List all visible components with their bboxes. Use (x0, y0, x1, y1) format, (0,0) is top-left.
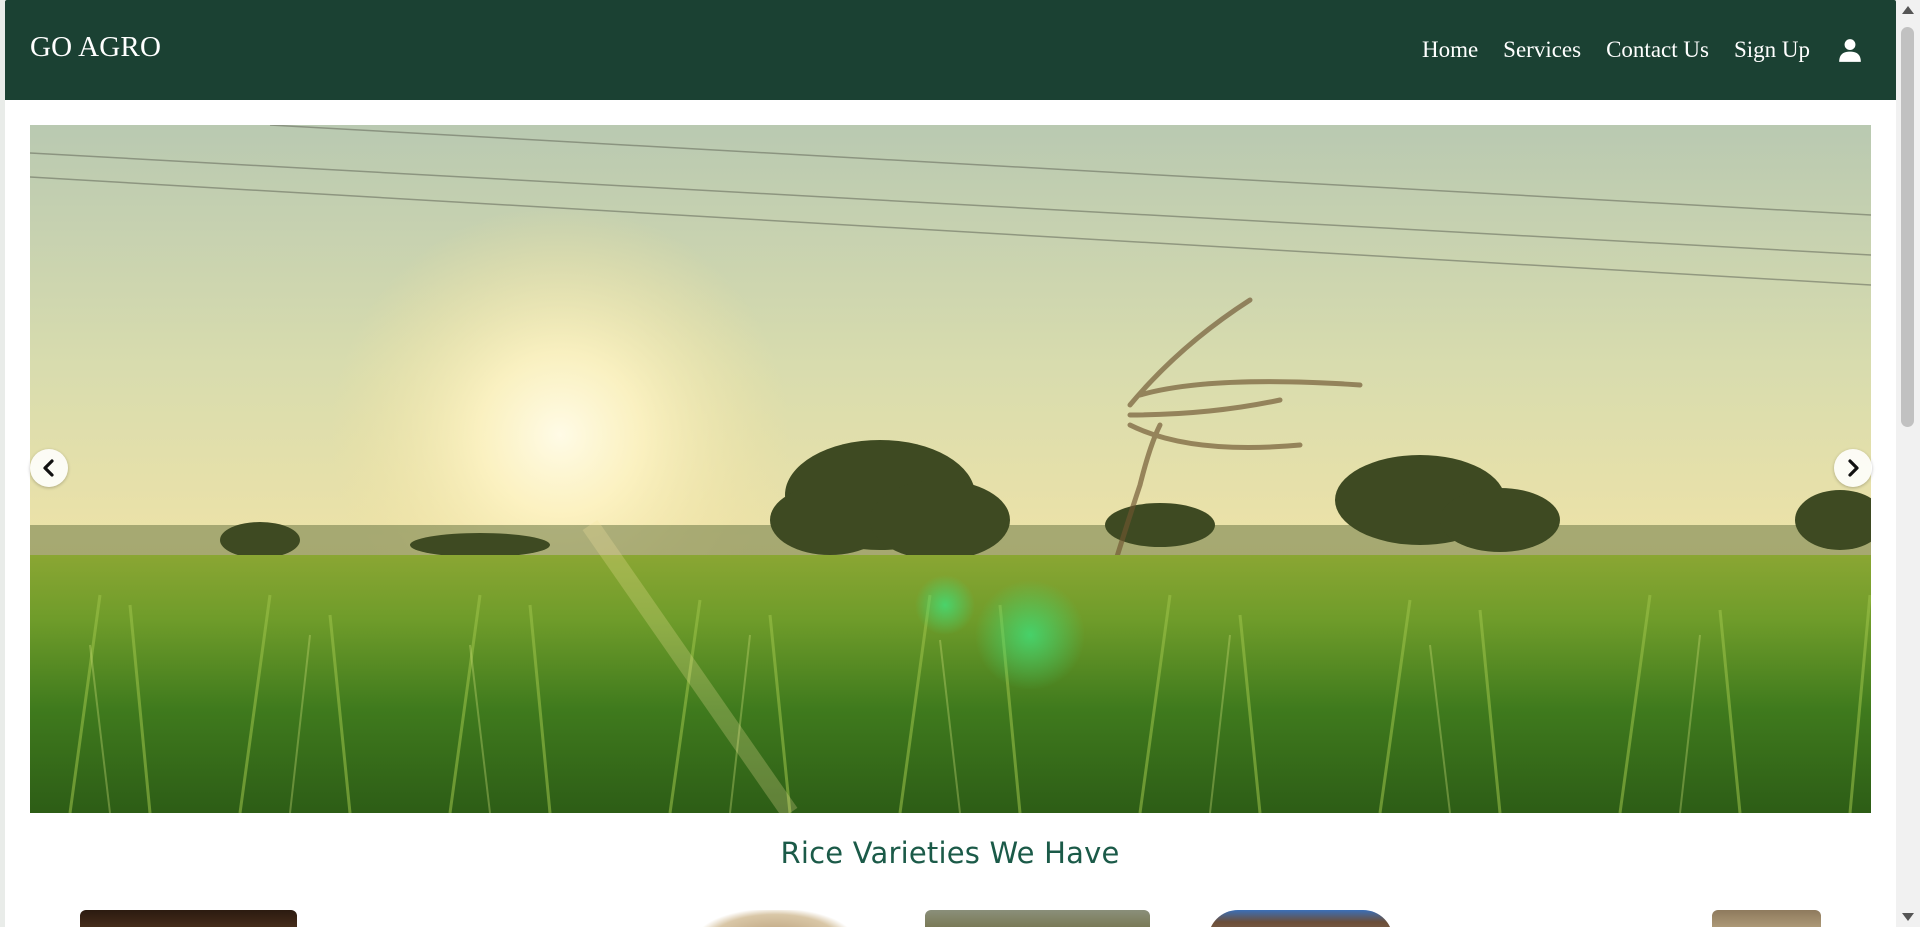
page-scrollbar[interactable] (1896, 0, 1920, 927)
user-icon[interactable] (1837, 37, 1863, 63)
rice-field-sunset-photo (30, 125, 1871, 813)
hero-carousel (30, 125, 1871, 813)
carousel-next-button[interactable] (1834, 449, 1872, 487)
page: GO AGRO Home Services Contact Us Sign Up (0, 0, 1920, 927)
nav-link-sign-up[interactable]: Sign Up (1734, 37, 1810, 63)
nav-link-services[interactable]: Services (1503, 37, 1581, 63)
chevron-left-icon (43, 459, 54, 477)
window-edge (0, 0, 5, 927)
navbar: GO AGRO Home Services Contact Us Sign Up (5, 0, 1896, 100)
rice-thumbnail[interactable] (1712, 910, 1821, 927)
rice-thumbnail[interactable] (925, 910, 1150, 927)
scroll-down-icon[interactable] (1902, 913, 1914, 921)
scrollbar-thumb[interactable] (1901, 27, 1914, 427)
nav-link-home[interactable]: Home (1422, 37, 1478, 63)
main-nav: Home Services Contact Us Sign Up (1422, 0, 1896, 100)
section-title: Rice Varieties We Have (780, 836, 1120, 870)
nav-link-contact-us[interactable]: Contact Us (1606, 37, 1709, 63)
rice-thumbnail[interactable] (80, 910, 297, 927)
carousel-prev-button[interactable] (30, 449, 68, 487)
rice-thumbnail[interactable] (1208, 910, 1393, 927)
brand-logo[interactable]: GO AGRO (30, 31, 161, 64)
chevron-right-icon (1848, 459, 1859, 477)
rice-thumbnail[interactable] (700, 910, 850, 927)
scroll-up-icon[interactable] (1902, 6, 1914, 14)
